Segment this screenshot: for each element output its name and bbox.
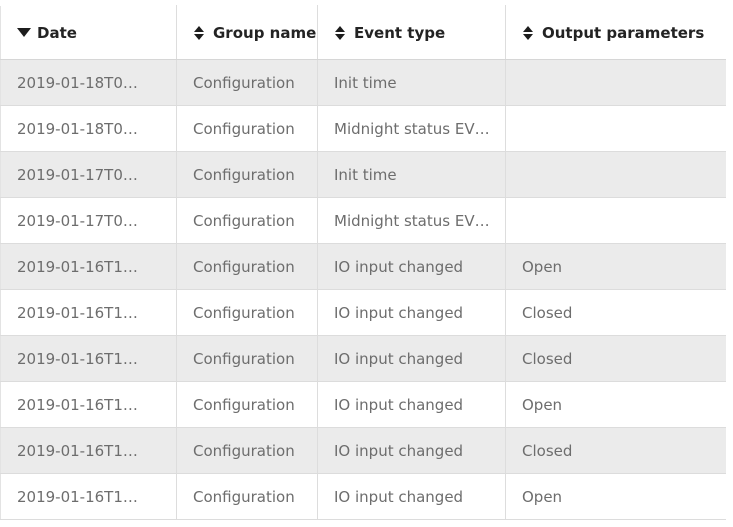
cell-output-parameters: Open — [505, 381, 726, 428]
table-row[interactable]: 2019-01-16T1… Configuration IO input chang… — [0, 381, 726, 428]
cell-output-parameters: Closed — [505, 289, 726, 336]
table-body: 2019-01-18T0… Configuration Init time 2019-… — [0, 59, 726, 520]
column-header-event-type[interactable]: Event type — [317, 5, 506, 60]
table-header: Date Group name Event type Output parame… — [0, 5, 726, 60]
cell-group-name: Configuration — [176, 243, 318, 290]
column-header-output-parameters[interactable]: Output parameters — [505, 5, 726, 60]
cell-group-name: Configuration — [176, 381, 318, 428]
table-row[interactable]: 2019-01-16T1… Configuration IO input chang… — [0, 243, 726, 290]
sort-descending-icon[interactable] — [17, 28, 31, 37]
cell-event-type-text: IO input changed — [334, 487, 464, 506]
cell-event-type: IO input changed — [317, 473, 506, 520]
table-row[interactable]: 2019-01-16T1… Configuration IO input chang… — [0, 335, 726, 382]
sort-none-icon[interactable] — [193, 25, 204, 40]
cell-date: 2019-01-16T1… — [0, 289, 177, 336]
table-row[interactable]: 2019-01-16T1… Configuration IO input chang… — [0, 289, 726, 336]
table-row[interactable]: 2019-01-17T0… Configuration Init time — [0, 151, 726, 198]
cell-group-name: Configuration — [176, 59, 318, 106]
cell-event-type: IO input changed — [317, 427, 506, 474]
cell-output-parameters — [505, 59, 726, 106]
events-table: Date Group name Event type Output parame… — [0, 5, 726, 520]
cell-group-name: Configuration — [176, 105, 318, 152]
cell-date: 2019-01-16T1… — [0, 473, 177, 520]
column-header-label: Date — [37, 23, 77, 42]
column-header-label: Event type — [354, 23, 446, 42]
cell-event-type-text: Init time — [334, 165, 397, 184]
cell-output-parameters — [505, 151, 726, 198]
cell-output-parameters: Closed — [505, 427, 726, 474]
cell-group-name: Configuration — [176, 427, 318, 474]
column-header-label: Group name — [213, 23, 317, 42]
table-row[interactable]: 2019-01-17T0… Configuration Midnight statu… — [0, 197, 726, 244]
cell-event-type-text: IO input changed — [334, 303, 464, 322]
cell-event-type: Midnight status EV… — [317, 197, 506, 244]
cell-output-parameters — [505, 105, 726, 152]
cell-event-type-text: Init time — [334, 73, 397, 92]
cell-group-name: Configuration — [176, 473, 318, 520]
cell-group-name: Configuration — [176, 289, 318, 336]
cell-event-type: IO input changed — [317, 335, 506, 382]
column-header-label: Output parameters — [542, 23, 705, 42]
cell-event-type: Midnight status EV… — [317, 105, 506, 152]
cell-event-type: Init time — [317, 59, 506, 106]
cell-event-type: IO input changed — [317, 289, 506, 336]
table-row[interactable]: 2019-01-16T1… Configuration IO input chang… — [0, 473, 726, 520]
sort-none-icon[interactable] — [522, 25, 533, 40]
column-header-date[interactable]: Date — [0, 5, 177, 60]
cell-date: 2019-01-17T0… — [0, 151, 177, 198]
table-header-row: Date Group name Event type Output parame… — [0, 5, 726, 60]
cell-event-type-text: IO input changed — [334, 395, 464, 414]
cell-event-type: IO input changed — [317, 381, 506, 428]
cell-group-name: Configuration — [176, 197, 318, 244]
cell-output-parameters — [505, 197, 726, 244]
cell-output-parameters: Open — [505, 473, 726, 520]
cell-event-type: Init time — [317, 151, 506, 198]
cell-output-parameters: Closed — [505, 335, 726, 382]
cell-date: 2019-01-18T0… — [0, 59, 177, 106]
table-row[interactable]: 2019-01-18T0… Configuration Init time — [0, 59, 726, 106]
cell-date: 2019-01-18T0… — [0, 105, 177, 152]
table-row[interactable]: 2019-01-16T1… Configuration IO input chang… — [0, 427, 726, 474]
column-header-group-name[interactable]: Group name — [176, 5, 318, 60]
cell-group-name: Configuration — [176, 151, 318, 198]
cell-event-type-text: Midnight status EV… — [334, 211, 490, 230]
cell-date: 2019-01-16T1… — [0, 427, 177, 474]
cell-date: 2019-01-16T1… — [0, 335, 177, 382]
cell-date: 2019-01-16T1… — [0, 243, 177, 290]
cell-event-type-text: IO input changed — [334, 441, 464, 460]
cell-date: 2019-01-17T0… — [0, 197, 177, 244]
cell-event-type: IO input changed — [317, 243, 506, 290]
cell-event-type-text: Midnight status EV… — [334, 119, 490, 138]
table-row[interactable]: 2019-01-18T0… Configuration Midnight statu… — [0, 105, 726, 152]
cell-event-type-text: IO input changed — [334, 257, 464, 276]
cell-date: 2019-01-16T1… — [0, 381, 177, 428]
cell-group-name: Configuration — [176, 335, 318, 382]
sort-none-icon[interactable] — [334, 25, 345, 40]
cell-output-parameters: Open — [505, 243, 726, 290]
events-table-container[interactable]: Date Group name Event type Output parame… — [0, 5, 726, 527]
cell-event-type-text: IO input changed — [334, 349, 464, 368]
